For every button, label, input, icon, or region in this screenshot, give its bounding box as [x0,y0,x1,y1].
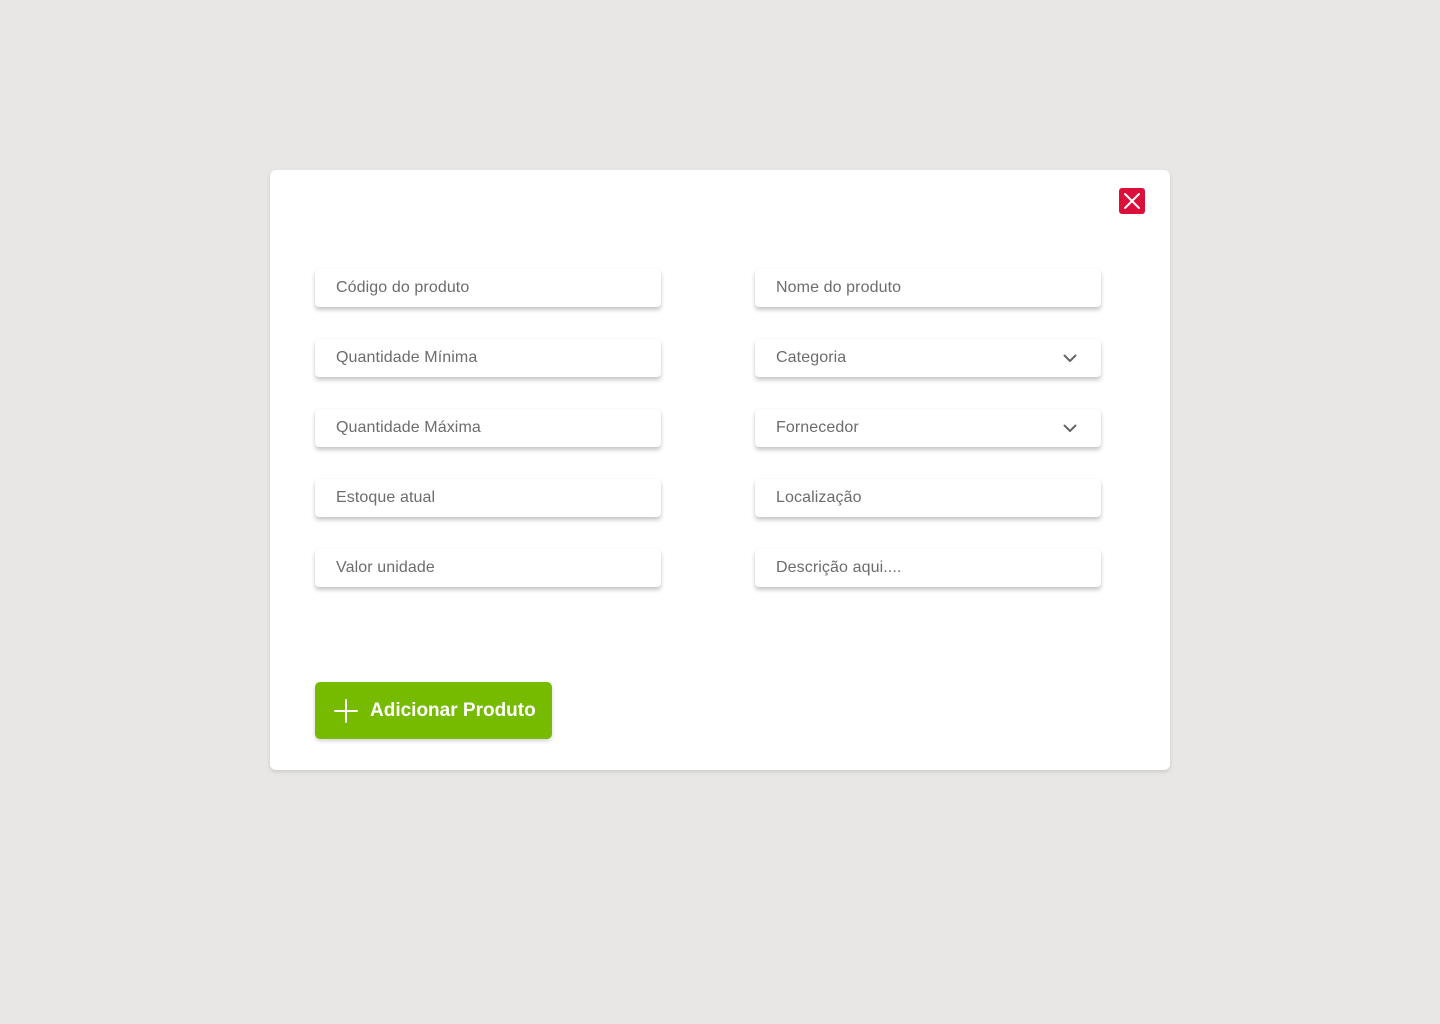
close-icon [1124,193,1140,209]
chevron-down-icon [1063,354,1077,362]
location-field[interactable]: Localização [755,479,1101,517]
location-placeholder: Localização [776,489,862,506]
chevron-down-icon [1063,424,1077,432]
category-select[interactable]: Categoria [755,339,1101,377]
current-stock-field[interactable]: Estoque atual [315,479,661,517]
supplier-placeholder: Fornecedor [776,419,859,436]
unit-value-field[interactable]: Valor unidade [315,549,661,587]
product-name-field[interactable]: Nome do produto [755,269,1101,307]
description-placeholder: Descrição aqui.... [776,559,902,576]
add-product-label: Adicionar Produto [370,699,536,721]
plus-icon [334,698,358,723]
product-name-placeholder: Nome do produto [776,279,902,296]
product-code-field[interactable]: Código do produto [315,269,661,307]
max-quantity-field[interactable]: Quantidade Máxima [315,409,661,447]
min-quantity-placeholder: Quantidade Mínima [336,349,478,366]
description-field[interactable]: Descrição aqui.... [755,549,1101,587]
add-product-button[interactable]: Adicionar Produto [315,682,552,739]
product-code-placeholder: Código do produto [336,279,470,296]
min-quantity-field[interactable]: Quantidade Mínima [315,339,661,377]
max-quantity-placeholder: Quantidade Máxima [336,419,481,436]
category-placeholder: Categoria [776,349,847,366]
close-button[interactable] [1119,188,1145,214]
unit-value-placeholder: Valor unidade [336,559,435,576]
supplier-select[interactable]: Fornecedor [755,409,1101,447]
add-product-modal: Código do produto Quantidade Mínima Quan… [270,170,1170,770]
current-stock-placeholder: Estoque atual [336,489,436,506]
